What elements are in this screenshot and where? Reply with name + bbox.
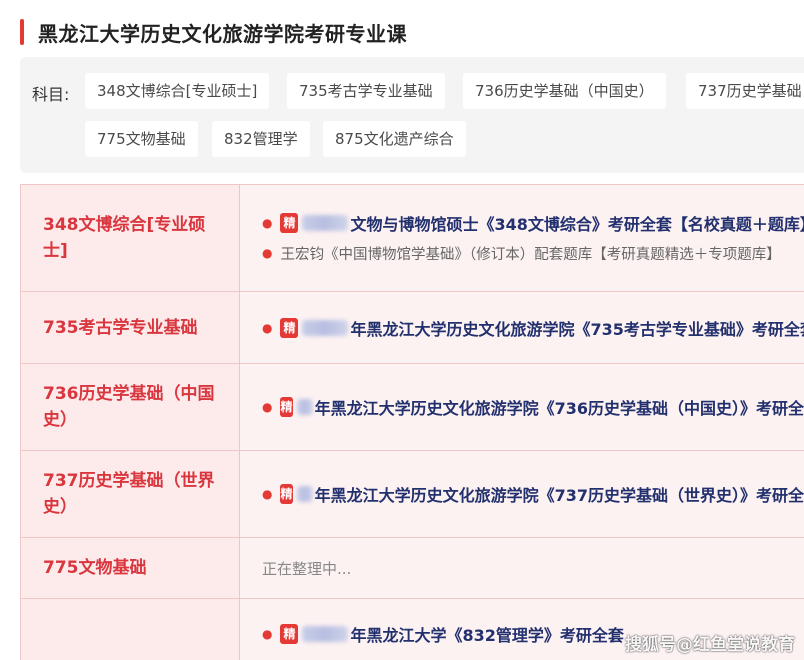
table-row: 775文物基础 正在整理中... <box>21 538 804 599</box>
subject-filter-panel: 科目: 348文博综合[专业硕士] 735考古学专业基础 736历史学基础（中国… <box>20 57 804 173</box>
featured-badge: 精 <box>280 317 299 338</box>
blurred-text <box>302 626 349 642</box>
title-accent-bar <box>20 19 24 45</box>
row-items: ● 精 年黑龙江大学历史文化旅游学院《737历史学基础（世界史）》考研全套 <box>240 451 804 537</box>
row-subject: 735考古学专业基础 <box>21 292 240 363</box>
subject-chip-736[interactable]: 736历史学基础（中国史） <box>463 73 666 109</box>
row-items: ● 精 年黑龙江大学历史文化旅游学院《735考古学专业基础》考研全套 <box>240 292 804 363</box>
subject-label: 科目: <box>32 85 70 104</box>
list-item[interactable]: ● 精 文物与博物馆硕士《348文博综合》考研全套【名校真题＋题库】 <box>262 208 804 238</box>
list-item[interactable]: ● 精 年黑龙江大学历史文化旅游学院《737历史学基础（世界史）》考研全套 <box>262 479 804 509</box>
bullet-icon: ● <box>262 320 273 335</box>
section-header: 黑龙江大学历史文化旅游学院考研专业课 <box>20 18 407 46</box>
subject-chip-348[interactable]: 348文博综合[专业硕士] <box>85 73 270 109</box>
subject-chip-737[interactable]: 737历史学基础（世界史） <box>686 73 804 109</box>
item-link[interactable]: 文物与博物馆硕士《348文博综合》考研全套【名校真题＋题库】 <box>350 211 804 235</box>
subject-chip-875[interactable]: 875文化遗产综合 <box>323 121 466 157</box>
table-row: 736历史学基础（中国史） ● 精 年黑龙江大学历史文化旅游学院《736历史学基… <box>21 364 804 451</box>
item-link[interactable]: 王宏钧《中国博物馆学基础》（修订本）配套题库【考研真题精选＋专项题库】 <box>280 243 780 264</box>
featured-badge: 精 <box>280 397 293 417</box>
row-items: 正在整理中... <box>240 538 804 598</box>
watermark: 搜狐号@红鱼堂说教育 <box>625 635 795 655</box>
course-table: 348文博综合[专业硕士] ● 精 文物与博物馆硕士《348文博综合》考研全套【… <box>20 184 804 660</box>
item-link[interactable]: 年黑龙江大学《832管理学》考研全套 <box>350 622 623 646</box>
list-item[interactable]: ● 王宏钧《中国博物馆学基础》（修订本）配套题库【考研真题精选＋专项题库】 <box>262 238 804 268</box>
blurred-text <box>302 319 349 336</box>
bullet-icon: ● <box>262 216 273 230</box>
bullet-icon: ● <box>262 487 273 501</box>
list-item[interactable]: ● 精 年黑龙江大学历史文化旅游学院《735考古学专业基础》考研全套 <box>262 313 804 343</box>
row-subject: 736历史学基础（中国史） <box>21 364 240 450</box>
blurred-text <box>302 215 349 231</box>
row-subject <box>21 599 240 660</box>
blurred-text <box>296 399 313 415</box>
bullet-icon: ● <box>262 627 273 641</box>
blurred-text <box>296 486 313 502</box>
table-row: 348文博综合[专业硕士] ● 精 文物与博物馆硕士《348文博综合》考研全套【… <box>21 185 804 292</box>
row-items: ● 精 年黑龙江大学历史文化旅游学院《736历史学基础（中国史）》考研全套 <box>240 364 804 450</box>
row-subject: 737历史学基础（世界史） <box>21 451 240 537</box>
subject-chip-775[interactable]: 775文物基础 <box>85 121 198 157</box>
table-row: 735考古学专业基础 ● 精 年黑龙江大学历史文化旅游学院《735考古学专业基础… <box>21 292 804 364</box>
item-link[interactable]: 年黑龙江大学历史文化旅游学院《737历史学基础（世界史）》考研全套 <box>315 482 804 506</box>
bullet-icon: ● <box>262 400 273 414</box>
table-row: 737历史学基础（世界史） ● 精 年黑龙江大学历史文化旅游学院《737历史学基… <box>21 451 804 538</box>
item-link[interactable]: 年黑龙江大学历史文化旅游学院《736历史学基础（中国史）》考研全套 <box>315 395 804 419</box>
item-link[interactable]: 年黑龙江大学历史文化旅游学院《735考古学专业基础》考研全套 <box>350 316 804 340</box>
featured-badge: 精 <box>280 484 293 504</box>
bullet-icon: ● <box>262 246 273 260</box>
subject-chip-832[interactable]: 832管理学 <box>212 121 310 157</box>
featured-badge: 精 <box>280 213 299 233</box>
featured-badge: 精 <box>280 624 299 644</box>
page-title: 黑龙江大学历史文化旅游学院考研专业课 <box>38 21 407 46</box>
status-note: 正在整理中... <box>262 559 352 578</box>
row-subject: 775文物基础 <box>21 538 240 598</box>
subject-chip-735[interactable]: 735考古学专业基础 <box>287 73 445 109</box>
row-items: ● 精 文物与博物馆硕士《348文博综合》考研全套【名校真题＋题库】 ● 王宏钧… <box>240 185 804 291</box>
list-item[interactable]: ● 精 年黑龙江大学历史文化旅游学院《736历史学基础（中国史）》考研全套 <box>262 392 804 422</box>
row-subject: 348文博综合[专业硕士] <box>21 185 240 291</box>
